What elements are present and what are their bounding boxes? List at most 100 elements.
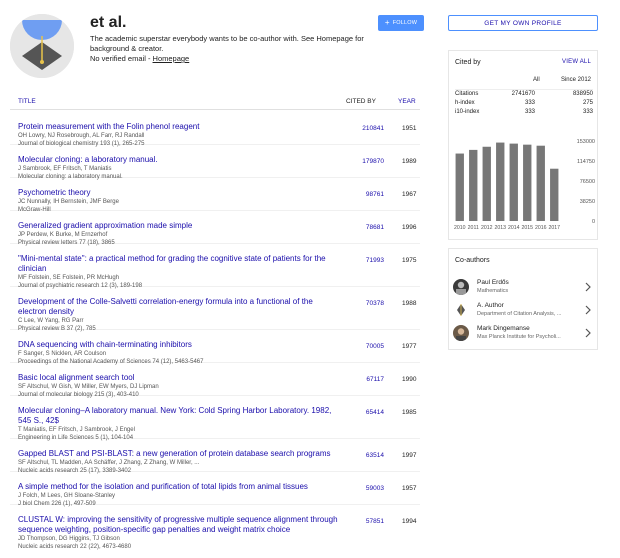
plus-icon: + bbox=[384, 18, 390, 27]
coauthor-item[interactable]: Mark Dingemanse Max Planck Institute for… bbox=[453, 323, 595, 345]
chart-x-tick: 2013 bbox=[494, 225, 506, 231]
article-cited-count[interactable]: 65414 bbox=[354, 409, 384, 416]
chart-x-tick: 2015 bbox=[521, 225, 533, 231]
metric-label[interactable]: h-index bbox=[455, 100, 475, 106]
homepage-link[interactable]: Homepage bbox=[153, 54, 190, 63]
chart-bar-2010[interactable] bbox=[455, 153, 464, 221]
view-all-link[interactable]: VIEW ALL bbox=[562, 59, 591, 65]
follow-button[interactable]: + FOLLOW bbox=[378, 15, 424, 31]
table-row: Generalized gradient approximation made … bbox=[10, 211, 420, 246]
article-year: 1988 bbox=[402, 300, 417, 307]
article-cited-count[interactable]: 57851 bbox=[354, 518, 384, 525]
metric-all: 2741670 bbox=[511, 91, 535, 97]
article-title[interactable]: Generalized gradient approximation made … bbox=[18, 221, 340, 231]
chart-x-tick: 2011 bbox=[468, 225, 479, 231]
article-year: 1957 bbox=[402, 485, 417, 492]
profile-avatar bbox=[10, 14, 74, 78]
article-authors: JD Thompson, DG Higgins, TJ Gibson bbox=[18, 536, 120, 542]
article-cited-count[interactable]: 59003 bbox=[354, 485, 384, 492]
article-authors: SF Altschul, TL Madden, AA Schäffer, J Z… bbox=[18, 460, 200, 466]
citation-metrics: Citations 2741670 838950 h-index 333 275… bbox=[455, 89, 593, 117]
article-authors: J Sambrook, EF Fritsch, T Maniatis bbox=[18, 166, 112, 172]
article-cited-count[interactable]: 78681 bbox=[354, 224, 384, 231]
article-cited-count[interactable]: 71993 bbox=[354, 257, 384, 264]
chevron-right-icon bbox=[585, 328, 591, 338]
metric-all: 333 bbox=[524, 100, 535, 106]
article-cited-count[interactable]: 179870 bbox=[354, 158, 384, 165]
coauthor-item[interactable]: A. Author Department of Citation Analysi… bbox=[453, 300, 595, 322]
table-row: "Mini-mental state": a practical method … bbox=[10, 244, 420, 289]
cited-by-title: Cited by bbox=[455, 59, 481, 66]
col-all: All bbox=[533, 77, 540, 83]
article-authors: JP Perdew, K Burke, M Ernzerhof bbox=[18, 232, 108, 238]
table-row: Gapped BLAST and PSI-BLAST: a new genera… bbox=[10, 439, 420, 474]
article-title[interactable]: Basic local alignment search tool bbox=[18, 373, 340, 383]
article-title[interactable]: CLUSTAL W: improving the sensitivity of … bbox=[18, 515, 340, 535]
article-title[interactable]: Molecular cloning: a laboratory manual. bbox=[18, 155, 340, 165]
sort-by-year[interactable]: YEAR bbox=[398, 98, 416, 105]
chart-bar-2013[interactable] bbox=[496, 142, 505, 221]
metric-label[interactable]: i10-index bbox=[455, 109, 479, 115]
article-venue: Nucleic acids research 22 (22), 4673-468… bbox=[18, 544, 132, 550]
article-year: 1967 bbox=[402, 191, 417, 198]
get-my-own-profile-button[interactable]: GET MY OWN PROFILE bbox=[448, 15, 598, 31]
article-authors: MF Folstein, SE Folstein, PR McHugh bbox=[18, 275, 120, 281]
coauthor-avatar bbox=[453, 279, 469, 295]
chart-bar-2012[interactable] bbox=[482, 146, 491, 221]
article-cited-count[interactable]: 210841 bbox=[354, 125, 384, 132]
chart-bar-2015[interactable] bbox=[523, 144, 532, 221]
article-title[interactable]: Protein measurement with the Folin pheno… bbox=[18, 122, 340, 132]
sort-by-cited[interactable]: CITED BY bbox=[346, 98, 376, 105]
table-row: Development of the Colle-Salvetti correl… bbox=[10, 287, 420, 332]
chevron-right-icon bbox=[585, 282, 591, 292]
metric-since: 838950 bbox=[572, 91, 593, 97]
article-title[interactable]: A simple method for the isolation and pu… bbox=[18, 482, 340, 492]
citations-chart: 2010 2011 2012 2013 2014 2015 2016 2017 153000 11… bbox=[454, 139, 595, 231]
chart-y-tick: 38250 bbox=[580, 199, 595, 205]
article-cited-count[interactable]: 70005 bbox=[354, 343, 384, 350]
table-row: Protein measurement with the Folin pheno… bbox=[10, 112, 420, 147]
article-title[interactable]: Gapped BLAST and PSI-BLAST: a new genera… bbox=[18, 449, 340, 459]
chart-x-tick: 2010 bbox=[454, 225, 466, 231]
chart-x-tick: 2014 bbox=[508, 225, 520, 231]
article-authors: J Folch, M Lees, GH Sloane-Stanley bbox=[18, 493, 116, 499]
chart-y-tick: 153000 bbox=[577, 139, 595, 145]
chart-bar-2017[interactable] bbox=[550, 168, 559, 221]
metric-row: Citations 2741670 838950 bbox=[455, 90, 593, 99]
metric-since: 275 bbox=[582, 100, 593, 106]
article-cited-count[interactable]: 98761 bbox=[354, 191, 384, 198]
article-authors: T Maniatis, EF Fritsch, J Sambrook, J En… bbox=[18, 427, 135, 433]
profile-bio: The academic superstar everybody wants t… bbox=[90, 34, 364, 53]
table-row: Molecular cloning: a laboratory manual. … bbox=[10, 145, 420, 180]
email-status: No verified email - bbox=[90, 54, 153, 63]
article-authors: OH Lowry, NJ Rosebrough, AL Farr, RJ Ran… bbox=[18, 133, 145, 139]
article-title[interactable]: Molecular cloning–A laboratory manual. N… bbox=[18, 406, 340, 426]
chart-bar-2011[interactable] bbox=[469, 149, 478, 221]
chart-y-tick: 76500 bbox=[580, 179, 595, 185]
table-row: Psychometric theory JC Nunnally, IH Bern… bbox=[10, 178, 420, 213]
profile-logo-icon bbox=[10, 14, 74, 78]
chart-y-tick: 114750 bbox=[577, 159, 595, 165]
article-cited-count[interactable]: 67117 bbox=[354, 376, 384, 383]
article-cited-count[interactable]: 63514 bbox=[354, 452, 384, 459]
chart-bar-2016[interactable] bbox=[536, 145, 545, 221]
table-row: CLUSTAL W: improving the sensitivity of … bbox=[10, 505, 420, 550]
article-year: 1994 bbox=[402, 518, 417, 525]
chevron-right-icon bbox=[585, 305, 591, 315]
article-title[interactable]: Development of the Colle-Salvetti correl… bbox=[18, 297, 340, 317]
article-title[interactable]: DNA sequencing with chain-terminating in… bbox=[18, 340, 340, 350]
sort-by-title[interactable]: TITLE bbox=[18, 98, 36, 105]
article-authors: F Sanger, S Nicklen, AR Coulson bbox=[18, 351, 107, 357]
article-title[interactable]: Psychometric theory bbox=[18, 188, 340, 198]
article-cited-count[interactable]: 70378 bbox=[354, 300, 384, 307]
coauthor-item[interactable]: Paul Erdős Mathematics bbox=[453, 277, 595, 299]
chart-bar-2014[interactable] bbox=[509, 143, 518, 221]
metric-all: 333 bbox=[524, 109, 535, 115]
follow-label: FOLLOW bbox=[392, 20, 418, 26]
metric-label[interactable]: Citations bbox=[455, 91, 478, 97]
coauthor-affiliation: Max Planck Institute for Psycholi... bbox=[477, 334, 561, 340]
article-authors: C Lee, W Yang, RG Parr bbox=[18, 318, 84, 324]
coauthor-name: Mark Dingemanse bbox=[477, 325, 530, 332]
article-year: 1977 bbox=[402, 343, 417, 350]
article-title[interactable]: "Mini-mental state": a practical method … bbox=[18, 254, 340, 274]
